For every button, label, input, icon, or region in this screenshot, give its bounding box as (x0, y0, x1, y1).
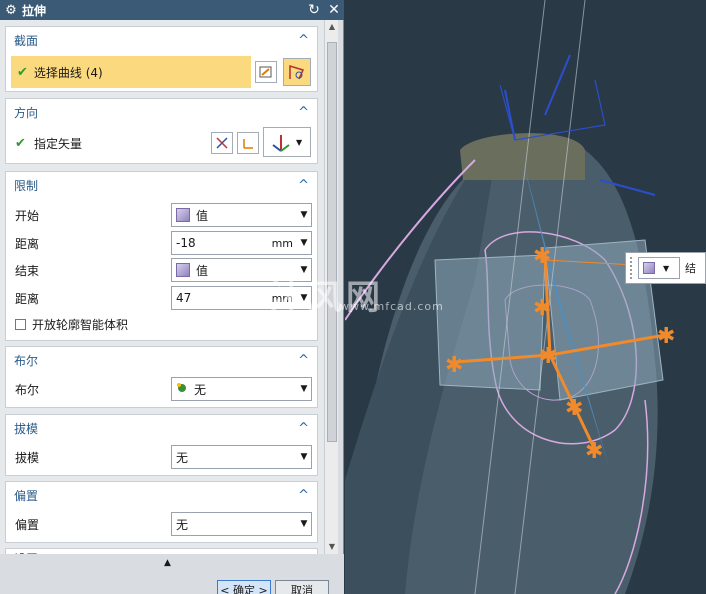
watermark-url: www.mfcad.com (340, 300, 444, 313)
reverse-direction-icon (216, 137, 228, 149)
section-header[interactable]: 截面 ^ (6, 27, 317, 53)
boolean-none-icon (176, 382, 190, 397)
draft-row: 拔模 无 ▼ (6, 445, 317, 469)
open-profile-label: 开放轮廓智能体积 (32, 317, 129, 332)
reset-icon[interactable]: ↻ (304, 2, 324, 18)
end-distance-label: 距离 (15, 291, 40, 306)
start-distance-label: 距离 (15, 236, 40, 251)
start-distance-input[interactable]: -18 mm ▼ (171, 231, 312, 255)
specify-vector-label: 指定矢量 (34, 136, 83, 151)
offset-group: 偏置 ^ 偏置 无 ▼ (5, 481, 318, 543)
more-options-icon[interactable]: ▲ (164, 558, 171, 568)
model-view: ✱ ✱ ✱ ✱ ✱ ✱ ✱ (345, 0, 675, 594)
svg-text:✱: ✱ (657, 324, 675, 349)
select-curve-field[interactable]: ✔ 选择曲线 (4) (11, 56, 251, 88)
scroll-down-icon[interactable]: ▼ (325, 542, 339, 551)
boolean-header[interactable]: 布尔 ^ (6, 347, 317, 373)
check-icon: ✔ (17, 64, 28, 80)
settings-header[interactable]: 设置 (6, 545, 317, 555)
chevron-up-icon[interactable]: ^ (298, 105, 309, 120)
cube-icon (643, 262, 655, 274)
chevron-down-icon: ▼ (300, 384, 308, 394)
close-icon[interactable]: ✕ (324, 2, 344, 18)
draft-group: 拔模 ^ 拔模 无 ▼ (5, 414, 318, 476)
svg-text:✱: ✱ (445, 353, 463, 378)
ok-button[interactable]: < 确定 > (217, 580, 271, 594)
vector-dialog-button[interactable] (237, 132, 259, 154)
reverse-direction-button[interactable] (211, 132, 233, 154)
vector-type-dropdown[interactable]: ▼ (263, 127, 311, 157)
draft-header[interactable]: 拔模 ^ (6, 415, 317, 441)
svg-text:✱: ✱ (533, 296, 551, 321)
chevron-down-icon: ▼ (300, 519, 308, 529)
scroll-thumb[interactable] (327, 42, 337, 442)
chevron-down-icon[interactable]: ▼ (297, 238, 311, 248)
chevron-down-icon: ▼ (296, 137, 303, 147)
chevron-up-icon[interactable]: ^ (298, 33, 309, 48)
check-icon: ✔ (15, 135, 26, 151)
offset-label: 偏置 (15, 517, 40, 532)
graphics-viewport[interactable]: ✱ ✱ ✱ ✱ ✱ ✱ ✱ (345, 0, 706, 594)
sketch-icon (259, 66, 272, 78)
vector-icon (243, 139, 253, 149)
boolean-label: 布尔 (15, 382, 40, 397)
draft-label: 拔模 (15, 450, 40, 465)
direction-group: 方向 ^ ✔ 指定矢量 ▼ (5, 98, 318, 164)
offset-header[interactable]: 偏置 ^ (6, 482, 317, 508)
boolean-group: 布尔 ^ 布尔 无 ▼ (5, 346, 318, 408)
chevron-up-icon[interactable]: ^ (298, 353, 309, 368)
start-distance-row: 距离 -18 mm ▼ (6, 231, 317, 255)
open-profile-checkbox[interactable] (15, 318, 26, 330)
chevron-up-icon[interactable]: ^ (298, 178, 309, 193)
dialog-titlebar: ⚙ 拉伸 ↻ ✕ (0, 0, 344, 20)
curve-icon (289, 64, 305, 80)
limits-header[interactable]: 限制 ^ (6, 172, 317, 198)
popup-label: 结 (685, 262, 696, 275)
draft-select[interactable]: 无 ▼ (171, 445, 312, 469)
chevron-up-icon[interactable]: ^ (298, 488, 309, 503)
end-label: 结束 (15, 263, 40, 278)
direction-header[interactable]: 方向 ^ (6, 99, 317, 125)
chevron-down-icon: ▼ (663, 263, 670, 273)
select-curve-row: ✔ 选择曲线 (4) (6, 56, 317, 88)
dialog-title: 拉伸 (22, 3, 47, 18)
end-value-popup[interactable]: ▼ 结 (625, 252, 706, 284)
boolean-row: 布尔 无 ▼ (6, 377, 317, 401)
drag-grip-icon[interactable] (630, 257, 634, 279)
start-type-select[interactable]: 值 ▼ (171, 203, 312, 227)
axis-icon (272, 135, 290, 152)
svg-text:✱: ✱ (533, 244, 551, 269)
select-curve-label: 选择曲线 (4) (33, 65, 103, 80)
offset-select[interactable]: 无 ▼ (171, 512, 312, 536)
curve-button[interactable] (283, 58, 311, 86)
cube-icon (176, 208, 190, 222)
chevron-down-icon: ▼ (300, 210, 308, 220)
scroll-up-icon[interactable]: ▲ (325, 22, 339, 31)
popup-type-select[interactable]: ▼ (638, 257, 680, 279)
chevron-down-icon: ▼ (300, 452, 308, 462)
svg-text:✱: ✱ (565, 396, 583, 421)
chevron-up-icon[interactable]: ^ (298, 421, 309, 436)
svg-text:✱: ✱ (539, 344, 557, 369)
start-row: 开始 值 ▼ (6, 203, 317, 227)
offset-row: 偏置 无 ▼ (6, 512, 317, 536)
specify-vector-row: ✔ 指定矢量 ▼ (6, 127, 317, 157)
gear-icon[interactable]: ⚙ (0, 3, 22, 18)
sketch-section-button[interactable] (255, 61, 277, 83)
dialog-footer: ▲ < 确定 > 取消 (0, 554, 344, 594)
start-label: 开始 (15, 208, 40, 223)
cube-icon (176, 263, 190, 277)
boolean-select[interactable]: 无 ▼ (171, 377, 312, 401)
svg-text:✱: ✱ (585, 439, 603, 464)
cancel-button[interactable]: 取消 (275, 580, 329, 594)
section-group: 截面 ^ ✔ 选择曲线 (4) (5, 26, 318, 92)
